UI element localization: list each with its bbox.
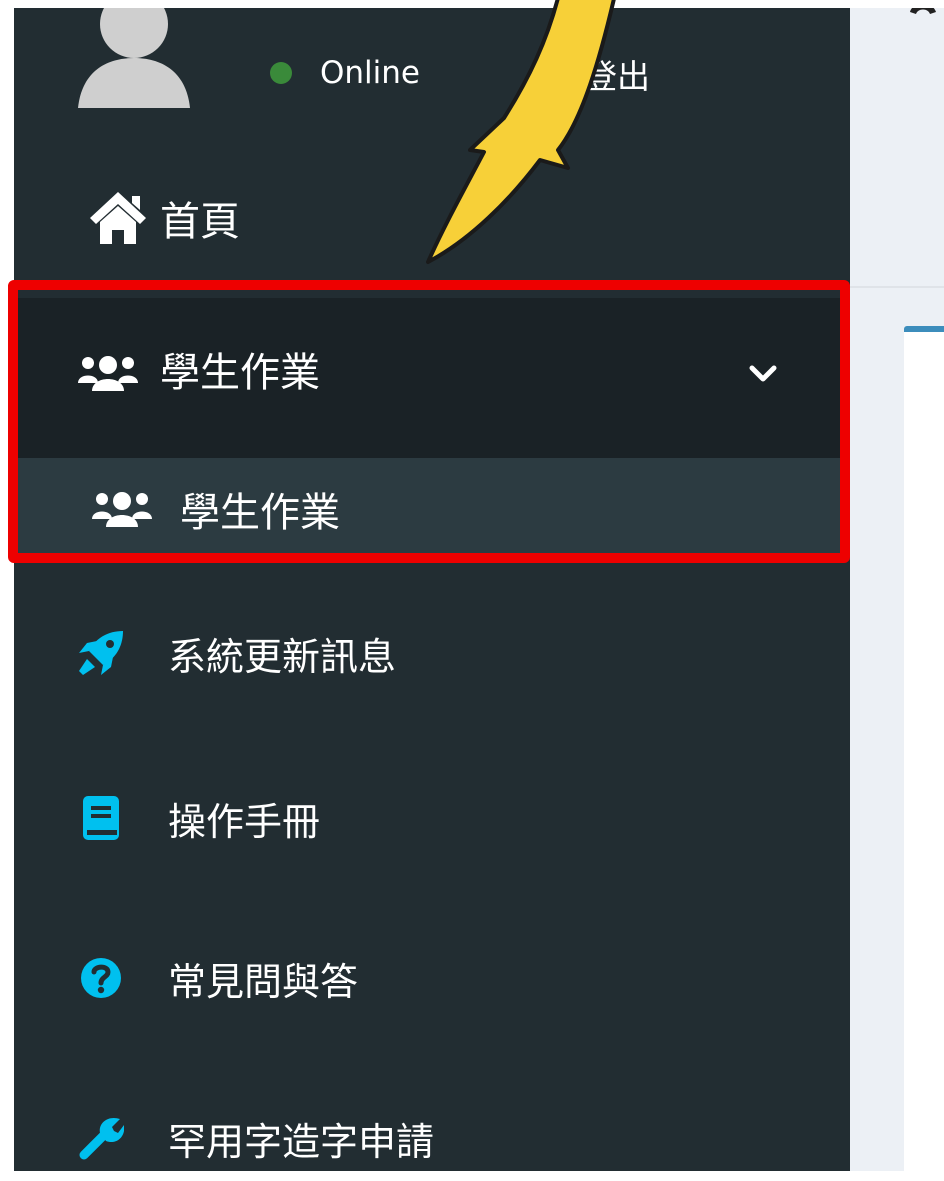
sidebar-item-faq[interactable]: 常見問與答 bbox=[14, 933, 850, 1023]
book-icon bbox=[76, 793, 126, 843]
sidebar-item-rare-char[interactable]: 罕用字造字申請 bbox=[14, 1093, 850, 1171]
header-divider bbox=[850, 286, 944, 288]
sidebar-item-label: 學生作業 bbox=[160, 350, 320, 396]
sidebar-subitem-label: 學生作業 bbox=[180, 490, 340, 536]
header-fragment bbox=[906, 8, 936, 32]
content-box bbox=[904, 326, 944, 1171]
sidebar-item-student-work[interactable]: 學生作業 bbox=[14, 298, 850, 458]
users-icon bbox=[92, 484, 152, 534]
sidebar-item-system-updates[interactable]: 系統更新訊息 bbox=[14, 608, 850, 698]
sidebar-subitem-student-work[interactable]: 學生作業 bbox=[14, 458, 850, 560]
sidebar: Online 登出 首頁 學生作業 學生作業 系統更新訊息 操作手冊 常見問與答… bbox=[14, 8, 850, 1171]
sidebar-item-label: 罕用字造字申請 bbox=[168, 1119, 435, 1164]
home-icon bbox=[88, 188, 148, 248]
sidebar-item-home[interactable]: 首頁 bbox=[14, 178, 850, 258]
wrench-icon bbox=[76, 1113, 126, 1163]
user-status-label: Online bbox=[320, 55, 420, 91]
chevron-down-icon bbox=[749, 365, 777, 382]
sidebar-item-label: 系統更新訊息 bbox=[168, 634, 397, 679]
sidebar-item-label: 操作手冊 bbox=[168, 799, 321, 844]
question-circle-icon bbox=[76, 953, 126, 1003]
rocket-icon bbox=[76, 628, 126, 678]
sidebar-item-label: 常見問與答 bbox=[168, 959, 359, 1004]
user-status: Online bbox=[270, 53, 420, 93]
logout-link[interactable]: 登出 bbox=[584, 50, 650, 98]
screenshot-frame: Online 登出 首頁 學生作業 學生作業 系統更新訊息 操作手冊 常見問與答… bbox=[0, 0, 944, 1181]
sidebar-item-manual[interactable]: 操作手冊 bbox=[14, 773, 850, 863]
users-icon bbox=[78, 348, 138, 398]
online-status-dot bbox=[270, 62, 292, 84]
sidebar-item-label: 首頁 bbox=[160, 199, 240, 245]
user-avatar bbox=[78, 8, 190, 108]
main-content bbox=[850, 8, 944, 1171]
